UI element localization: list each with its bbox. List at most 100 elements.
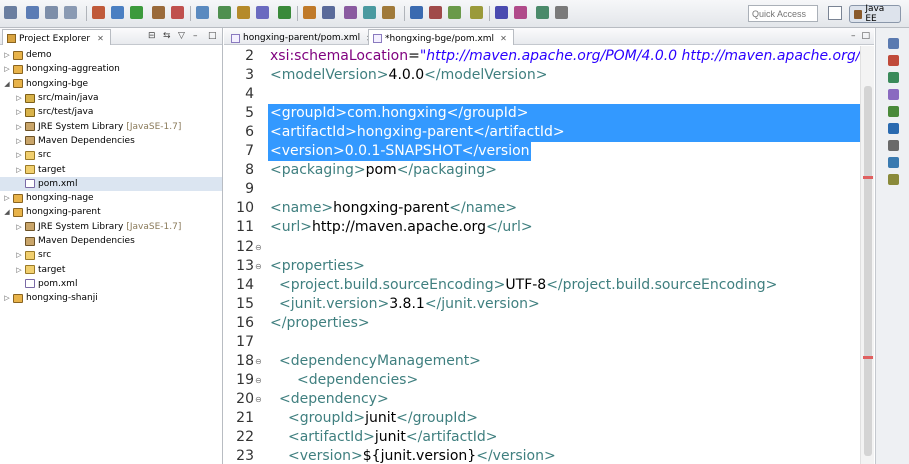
tree-item[interactable]: ▷ hongxing-aggreation: [0, 62, 222, 76]
markers-icon[interactable]: [888, 72, 899, 83]
fold-toggle-icon[interactable]: ⊖: [255, 257, 262, 276]
code-line[interactable]: 20 ⊖ <dependency>: [224, 390, 860, 409]
code-line[interactable]: 3 <modelVersion>4.0.0</modelVersion>: [224, 66, 860, 85]
expanded-twisty-icon[interactable]: ◢: [3, 208, 11, 216]
fold-toggle-icon[interactable]: ⊖: [255, 352, 262, 371]
resume-icon[interactable]: [218, 6, 231, 19]
build-icon[interactable]: [111, 6, 124, 19]
collapsed-twisty-icon[interactable]: ▷: [15, 108, 23, 116]
stop-icon[interactable]: [171, 6, 184, 19]
code-line[interactable]: 11 <url>http://maven.apache.org</url>: [224, 218, 860, 237]
toggle-icon[interactable]: [256, 6, 269, 19]
run-icon[interactable]: [130, 6, 143, 19]
tree-item[interactable]: ▷ target: [0, 162, 222, 176]
tree-item[interactable]: ▷ JRE System Library [JavaSE-1.7]: [0, 220, 222, 234]
tree-item[interactable]: ▷ JRE System Library [JavaSE-1.7]: [0, 119, 222, 133]
code-editor[interactable]: 2 xsi:schemaLocation="http://maven.apache…: [224, 46, 874, 464]
new-server-icon[interactable]: [322, 6, 335, 19]
tab-project-explorer[interactable]: Project Explorer ✕: [2, 29, 111, 45]
scrollbar-thumb[interactable]: [864, 86, 872, 456]
code-line[interactable]: 13 ⊖ <properties>: [224, 257, 860, 276]
code-line[interactable]: 4: [224, 85, 860, 104]
maximize-icon[interactable]: □: [208, 31, 218, 41]
collapsed-twisty-icon[interactable]: ▷: [15, 266, 23, 274]
code-line[interactable]: 9: [224, 180, 860, 199]
code-line[interactable]: 18 ⊖ <dependencyManagement>: [224, 352, 860, 371]
skip-icon[interactable]: [152, 6, 165, 19]
tab-hongxing-bge-pom[interactable]: *hongxing-bge/pom.xml ✕: [368, 29, 514, 45]
collapsed-twisty-icon[interactable]: ▷: [15, 166, 23, 174]
forward-icon[interactable]: [448, 6, 461, 19]
external-tools-icon[interactable]: [303, 6, 316, 19]
code-line[interactable]: 7 <version>0.0.1-SNAPSHOT</version>: [224, 142, 860, 162]
tree-item[interactable]: ▷ demo: [0, 48, 222, 62]
overview-ruler-marker[interactable]: [863, 356, 873, 359]
code-line[interactable]: 10 <name>hongxing-parent</name>: [224, 199, 860, 218]
problems-icon[interactable]: [888, 157, 899, 168]
back-icon[interactable]: [429, 6, 442, 19]
fold-toggle-icon[interactable]: ⊖: [255, 390, 262, 409]
tree-item[interactable]: pom.xml: [0, 176, 222, 191]
code-line[interactable]: 21 <groupId>junit</groupId>: [224, 409, 860, 428]
open-type-icon[interactable]: [363, 6, 376, 19]
open-task-icon[interactable]: [382, 6, 395, 19]
fold-toggle-icon[interactable]: ⊖: [255, 371, 262, 390]
tree-item[interactable]: ◢ hongxing-parent: [0, 205, 222, 219]
code-line[interactable]: 15 <junit.version>3.8.1</junit.version>: [224, 295, 860, 314]
code-line[interactable]: 14 <project.build.sourceEncoding>UTF-8</p…: [224, 276, 860, 295]
collapsed-twisty-icon[interactable]: ▷: [15, 137, 23, 145]
code-line[interactable]: 2 xsi:schemaLocation="http://maven.apache…: [224, 47, 874, 66]
tree-item[interactable]: pom.xml: [0, 277, 222, 291]
tree-item[interactable]: ▷ hongxing-shanji: [0, 291, 222, 305]
save-all-icon[interactable]: [45, 6, 58, 19]
search-file-icon[interactable]: [410, 6, 423, 19]
link-with-editor-icon[interactable]: ⇆: [163, 31, 173, 41]
debug-icon[interactable]: [92, 6, 105, 19]
code-line[interactable]: 19 ⊖ <dependencies>: [224, 371, 860, 390]
open-perspective-icon[interactable]: [828, 6, 842, 20]
tree-item[interactable]: ▷ src: [0, 248, 222, 262]
data-source-icon[interactable]: [888, 123, 899, 134]
collapsed-twisty-icon[interactable]: ▷: [15, 94, 23, 102]
outline-icon[interactable]: [888, 38, 899, 49]
quick-access-input[interactable]: [748, 5, 818, 22]
code-line[interactable]: 6 <artifactId>hongxing-parent</artifactId…: [224, 123, 860, 143]
console-icon[interactable]: [888, 174, 899, 185]
collapsed-twisty-icon[interactable]: ▷: [3, 194, 11, 202]
code-line[interactable]: 12 ⊖: [224, 238, 860, 257]
perspective-button-java-ee[interactable]: Java EE: [849, 4, 901, 24]
code-line[interactable]: 16 </properties>: [224, 314, 860, 333]
fold-toggle-icon[interactable]: ⊖: [255, 238, 262, 257]
tree-item[interactable]: ▷ src/test/java: [0, 105, 222, 119]
last-edit-icon[interactable]: [555, 6, 568, 19]
task-list-icon[interactable]: [888, 55, 899, 66]
close-icon[interactable]: ✕: [97, 34, 104, 43]
collapsed-twisty-icon[interactable]: ▷: [3, 51, 11, 59]
minimize-icon[interactable]: –: [193, 31, 203, 41]
run-last-icon[interactable]: [278, 6, 291, 19]
collapsed-twisty-icon[interactable]: ▷: [15, 223, 23, 231]
prev-annotation-icon[interactable]: [495, 6, 508, 19]
expanded-twisty-icon[interactable]: ◢: [3, 80, 11, 88]
tree-item[interactable]: ▷ src: [0, 148, 222, 162]
collapsed-twisty-icon[interactable]: ▷: [3, 65, 11, 73]
minimize-icon[interactable]: –: [851, 31, 856, 41]
collapsed-twisty-icon[interactable]: ▷: [3, 294, 11, 302]
code-line[interactable]: 8 <packaging>pom</packaging>: [224, 161, 860, 180]
pin-icon[interactable]: [514, 6, 527, 19]
code-line[interactable]: 17: [224, 333, 860, 352]
overview-ruler-marker[interactable]: [863, 176, 873, 179]
history-icon[interactable]: [536, 6, 549, 19]
tree-item[interactable]: ◢ hongxing-bge: [0, 77, 222, 91]
print-icon[interactable]: [64, 6, 77, 19]
next-annotation-icon[interactable]: [470, 6, 483, 19]
tree-item[interactable]: Maven Dependencies: [0, 234, 222, 248]
new-icon[interactable]: [4, 6, 17, 19]
snippets-icon[interactable]: [888, 140, 899, 151]
tree-item[interactable]: ▷ hongxing-nage: [0, 191, 222, 205]
collapsed-twisty-icon[interactable]: ▷: [15, 251, 23, 259]
code-line[interactable]: 23 <version>${junit.version}</version>: [224, 447, 860, 464]
code-line[interactable]: 5 <groupId>com.hongxing</groupId>: [224, 104, 860, 124]
new-class-icon[interactable]: [344, 6, 357, 19]
tree-item[interactable]: ▷ target: [0, 262, 222, 276]
